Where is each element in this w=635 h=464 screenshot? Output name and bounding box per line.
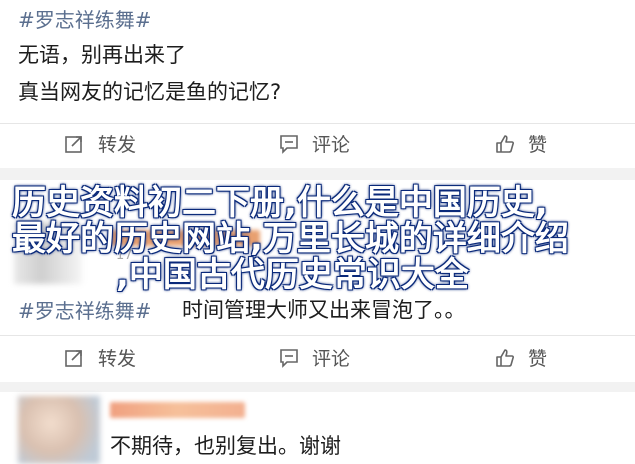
comment-label: 评论 — [312, 348, 351, 370]
post-text-line-1: 无语，别再出来了 — [18, 43, 186, 67]
like-button[interactable]: 赞 — [494, 130, 547, 157]
repost-icon — [65, 135, 82, 153]
post-text-line-2: 真当网友的记忆是鱼的记忆? — [18, 80, 282, 104]
thumbs-up-icon — [496, 134, 514, 153]
like-label: 赞 — [528, 134, 548, 156]
thumbs-up-icon — [496, 348, 514, 367]
repost-label: 转发 — [98, 348, 137, 370]
avatar[interactable] — [18, 396, 100, 464]
post-3-text: 不期待，也别复出。谢谢 — [110, 434, 341, 458]
section-gap — [0, 168, 635, 180]
like-label: 赞 — [528, 348, 548, 370]
action-bar-2: 转发 评论 赞 — [0, 338, 635, 378]
overlay-title-line-2: 最好的历史网站,万里长城的详细介绍 — [12, 219, 569, 259]
divider — [0, 335, 635, 336]
comment-icon — [280, 348, 298, 368]
repost-icon — [65, 349, 82, 367]
post-2-text: 时间管理大师又出来冒泡了。。 — [182, 298, 466, 322]
section-gap — [0, 382, 635, 392]
repost-label: 转发 — [98, 134, 137, 156]
overlay-title-line-3: ,中国古代历史常识大全 — [116, 255, 469, 295]
repost-button-2[interactable]: 转发 — [64, 344, 136, 371]
overlay-title-line-1: 历史资料初二下册,什么是中国历史, — [12, 183, 548, 223]
comment-label: 评论 — [312, 134, 351, 156]
comment-icon — [280, 134, 298, 154]
comment-button-2[interactable]: 评论 — [278, 344, 350, 371]
username-blurred[interactable] — [110, 402, 245, 418]
hashtag-luozhixiang[interactable]: #罗志祥练舞# — [18, 4, 152, 33]
comment-button[interactable]: 评论 — [278, 130, 350, 157]
like-button-2[interactable]: 赞 — [494, 344, 547, 371]
hashtag-luozhixiang-2[interactable]: #罗志祥练舞# — [18, 295, 152, 324]
action-bar-1: 转发 评论 赞 — [0, 124, 635, 164]
repost-button[interactable]: 转发 — [64, 130, 136, 157]
